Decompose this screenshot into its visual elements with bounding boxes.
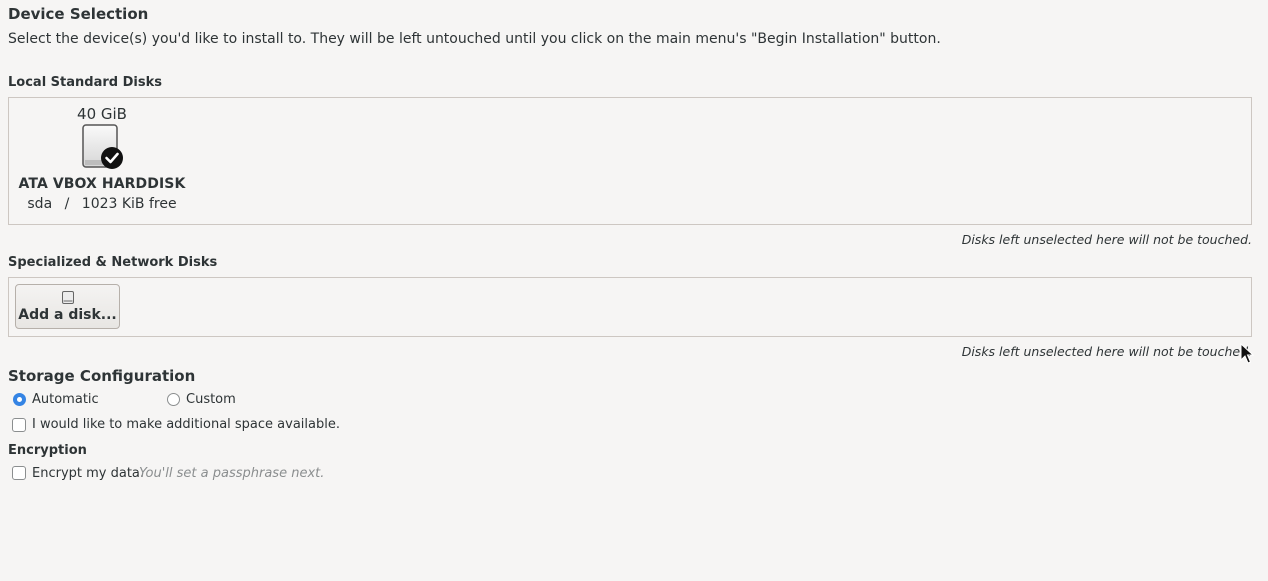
add-disk-label: Add a disk...	[18, 307, 117, 323]
disk-sda[interactable]: 40 GiB ATA VBOX HARDDISK sda / 1023 KiB …	[17, 104, 187, 212]
page-subtitle: Select the device(s) you'd like to insta…	[8, 31, 941, 47]
local-disks-panel: 40 GiB ATA VBOX HARDDISK sda / 1023 KiB …	[8, 97, 1252, 225]
add-disk-button[interactable]: Add a disk...	[15, 284, 120, 329]
additional-space-label[interactable]: I would like to make additional space av…	[32, 417, 340, 432]
disk-small-icon	[62, 291, 74, 304]
network-disks-panel: Add a disk...	[8, 277, 1252, 337]
mouse-cursor-icon	[1240, 343, 1254, 364]
disk-device: sda	[27, 196, 53, 212]
encrypt-hint: You'll set a passphrase next.	[139, 466, 325, 481]
custom-label[interactable]: Custom	[186, 392, 236, 407]
network-disks-label: Specialized & Network Disks	[8, 255, 218, 270]
additional-space-checkbox[interactable]	[12, 418, 26, 432]
disk-details: sda / 1023 KiB free	[17, 196, 187, 212]
disk-name: ATA VBOX HARDDISK	[18, 176, 186, 192]
encrypt-checkbox[interactable]	[12, 466, 26, 480]
disk-free: 1023 KiB free	[81, 196, 177, 212]
automatic-radio[interactable]	[13, 393, 26, 406]
page-title: Device Selection	[8, 5, 149, 23]
disk-separator: /	[64, 196, 70, 212]
automatic-label[interactable]: Automatic	[32, 392, 99, 407]
storage-config-label: Storage Configuration	[8, 367, 196, 385]
encryption-label: Encryption	[8, 443, 87, 458]
selected-check-icon	[101, 147, 123, 169]
encrypt-label[interactable]: Encrypt my data.	[32, 466, 144, 481]
local-disks-label: Local Standard Disks	[8, 75, 162, 90]
local-disks-note: Disks left unselected here will not be t…	[961, 232, 1252, 247]
disk-size: 40 GiB	[77, 105, 127, 123]
custom-radio[interactable]	[167, 393, 180, 406]
network-disks-note: Disks left unselected here will not be t…	[961, 344, 1252, 359]
harddisk-icon	[80, 124, 124, 170]
